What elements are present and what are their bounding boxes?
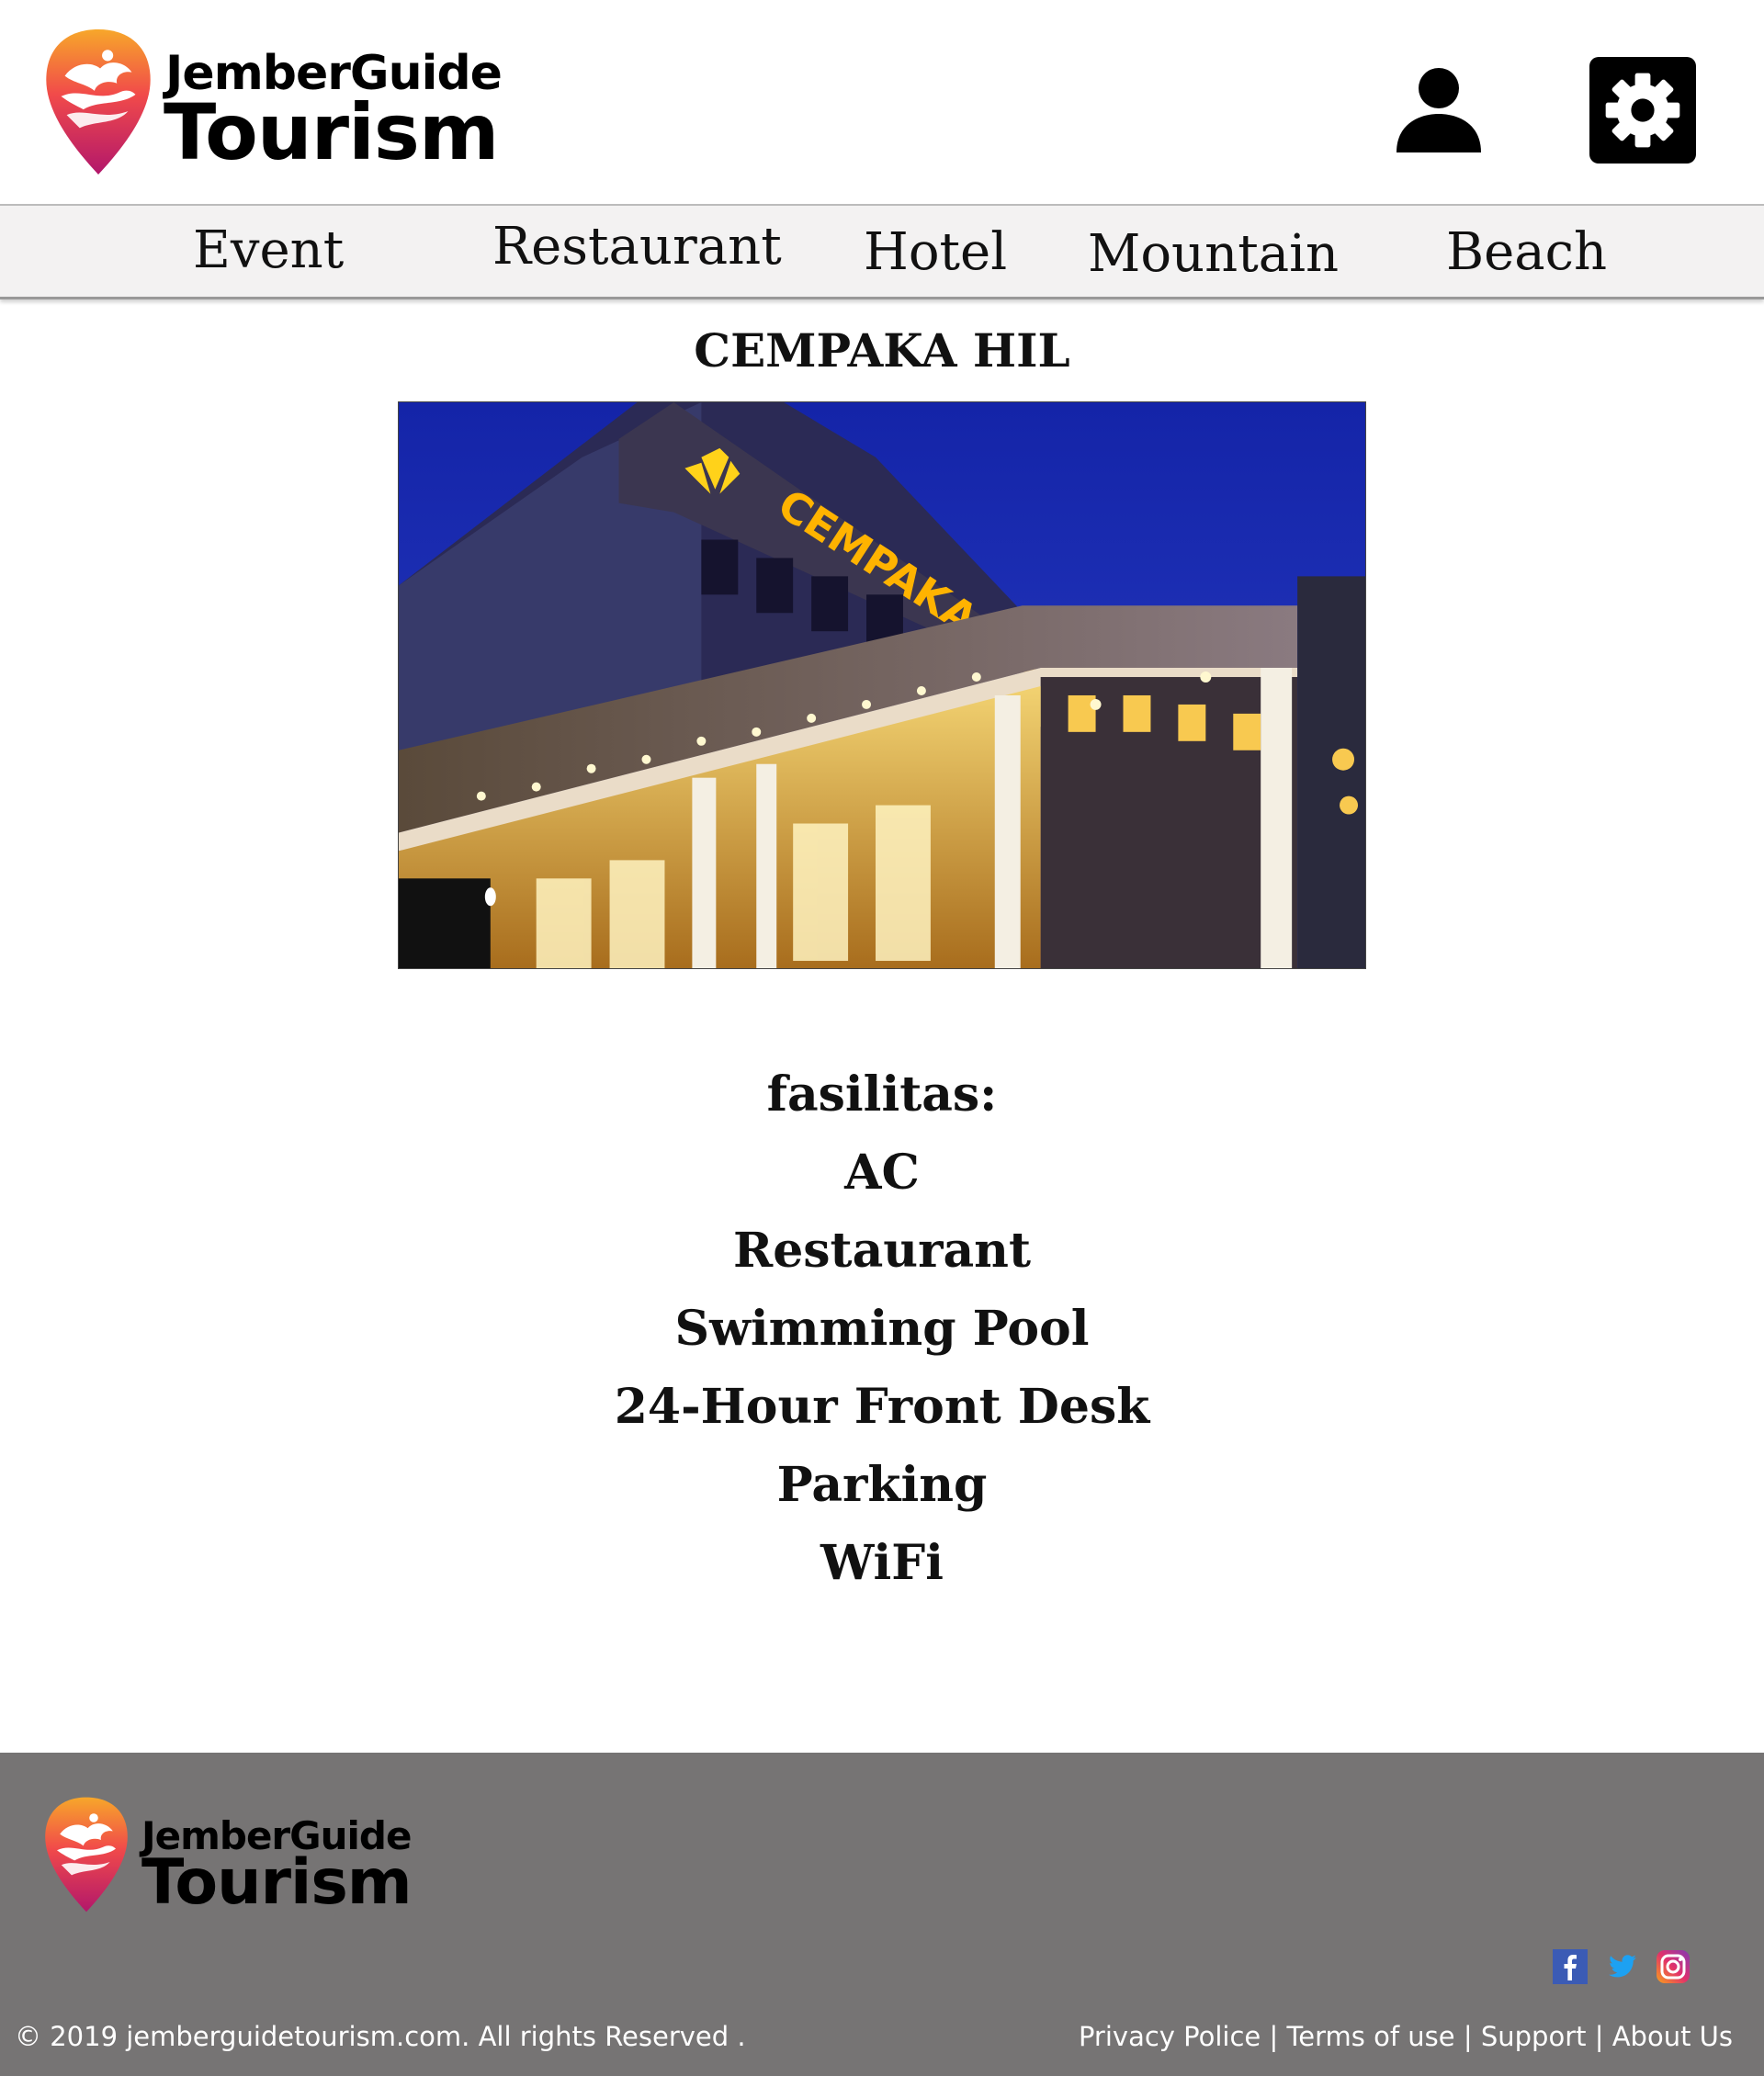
facility-item: Restaurant [732, 1223, 1031, 1279]
facilities-list: fasilitas: AC Restaurant Swimming Pool 2… [0, 1056, 1764, 1602]
logo-text-tourism: Tourism [164, 87, 499, 177]
twitter-icon[interactable] [1604, 1949, 1639, 1984]
nav-item-restaurant[interactable]: Restaurant [492, 217, 782, 276]
facility-item: WiFi [820, 1535, 944, 1591]
hotel-photo: CEMPAKA HIL [398, 401, 1366, 969]
footer-link-support[interactable]: Support [1481, 2021, 1587, 2052]
page-title: CEMPAKA HIL [694, 323, 1070, 378]
footer-link-privacy[interactable]: Privacy Police [1079, 2021, 1261, 2052]
site-footer: JemberGuide Tourism © 2019 jemberguideto… [0, 1753, 1764, 2076]
site-header: JemberGuide Tourism [0, 0, 1764, 204]
footer-link-terms[interactable]: Terms of use [1287, 2021, 1455, 2052]
facility-item: AC [844, 1145, 920, 1201]
footer-logo-text-tourism: Tourism [141, 1846, 413, 1919]
instagram-icon[interactable] [1656, 1949, 1690, 1984]
nav-item-mountain[interactable]: Mountain [1088, 224, 1339, 284]
logo-pin-icon[interactable] [42, 28, 154, 176]
user-icon[interactable] [1393, 64, 1485, 156]
nav-item-beach[interactable]: Beach [1446, 222, 1607, 282]
nav-item-event[interactable]: Event [193, 220, 344, 280]
gear-icon [1605, 73, 1680, 148]
nav-item-hotel[interactable]: Hotel [864, 222, 1007, 282]
footer-link-separator: | [1261, 2021, 1287, 2052]
facility-item: 24-Hour Front Desk [614, 1379, 1150, 1435]
facebook-icon[interactable] [1553, 1949, 1588, 1984]
footer-links: Privacy Police | Terms of use | Support … [1079, 2021, 1733, 2052]
settings-button[interactable] [1589, 57, 1696, 164]
facilities-heading: fasilitas: [766, 1066, 998, 1123]
facility-item: Swimming Pool [674, 1301, 1090, 1357]
facility-item: Parking [776, 1457, 988, 1513]
footer-link-separator: | [1586, 2021, 1612, 2052]
footer-link-about[interactable]: About Us [1612, 2021, 1733, 2052]
category-nav: Event Restaurant Hotel Mountain Beach [0, 204, 1764, 299]
footer-link-separator: | [1454, 2021, 1481, 2052]
footer-logo-pin-icon[interactable] [42, 1795, 130, 1914]
copyright-text: © 2019 jemberguidetourism.com. All right… [15, 2021, 746, 2052]
